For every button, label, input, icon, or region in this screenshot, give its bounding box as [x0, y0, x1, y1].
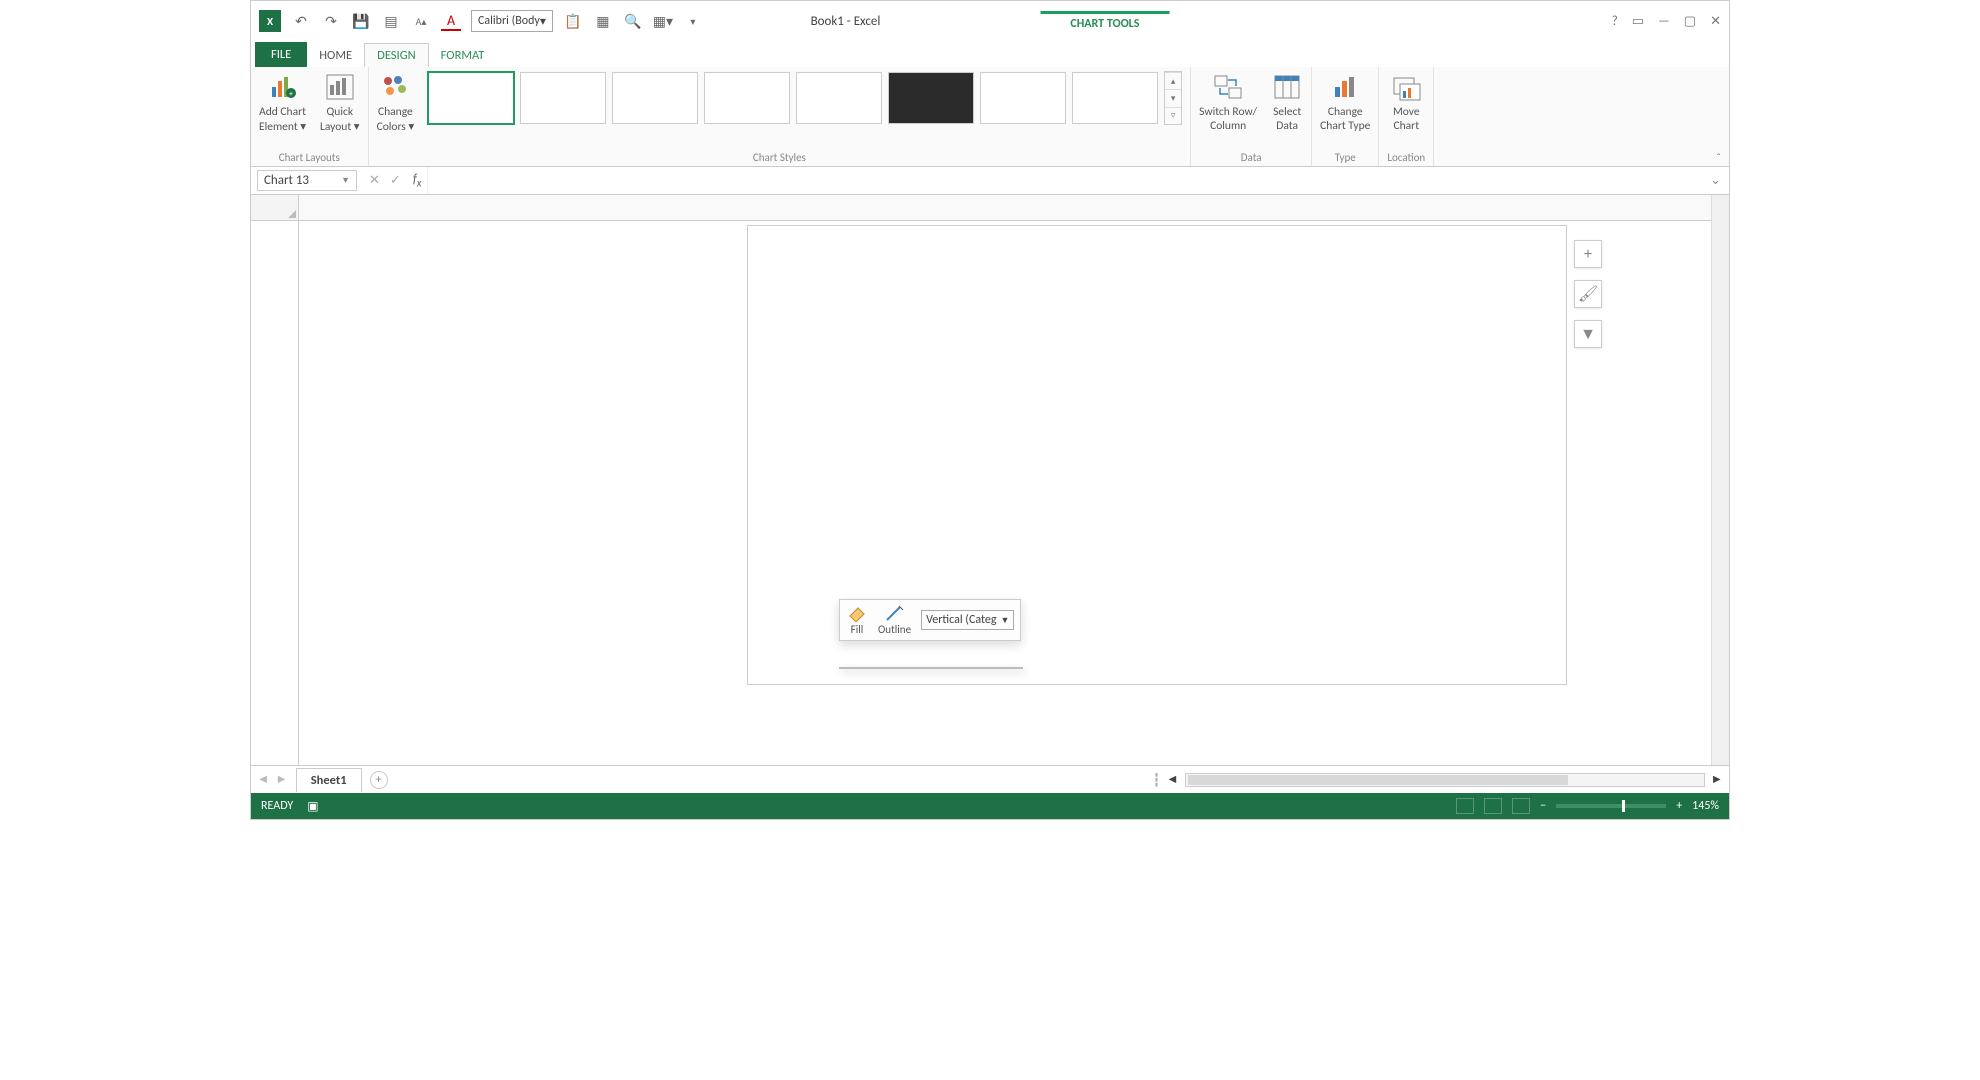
sheet-tab-sheet1[interactable]: Sheet1: [296, 768, 362, 792]
maximize-icon[interactable]: ▢: [1684, 14, 1696, 29]
add-sheet-button[interactable]: +: [370, 771, 388, 789]
macro-record-icon[interactable]: ▣: [307, 799, 318, 814]
fx-icon[interactable]: fx: [407, 172, 428, 190]
hscroll-right-icon[interactable]: ►: [1711, 772, 1723, 787]
save-icon[interactable]: 💾: [351, 11, 371, 31]
sheet-tab-bar: ◄ ► Sheet1 + ┇ ◄ ►: [251, 765, 1729, 793]
title-bar: X ↶ ↷ 💾 ▤ A▴ A Calibri (Body ▾ 📋 ▦ 🔍 ▦▾ …: [251, 1, 1729, 41]
chart-elements-button[interactable]: +: [1574, 240, 1602, 268]
zoom-out-icon[interactable]: −: [1540, 799, 1546, 813]
ribbon-tabs: FILE HOME DESIGN FORMAT: [251, 41, 1729, 67]
window-title: Book1 - Excel: [811, 14, 881, 29]
macros-icon[interactable]: ▦▾: [653, 11, 673, 31]
page-layout-view-icon[interactable]: [1484, 798, 1502, 814]
hscroll-left-icon[interactable]: ◄: [1166, 772, 1178, 787]
group-chart-styles-label: Chart Styles: [753, 151, 806, 164]
change-colors-button[interactable]: Change Colors ▾: [377, 71, 415, 134]
ribbon: + Add Chart Element ▾ Quick Layout ▾ Cha…: [251, 67, 1729, 167]
enter-formula-icon[interactable]: ✓: [390, 173, 401, 188]
group-location-label: Location: [1387, 151, 1425, 164]
add-chart-element-button[interactable]: + Add Chart Element ▾: [259, 71, 306, 134]
chart-styles-gallery[interactable]: ▴▾▿: [428, 71, 1182, 125]
select-data-button[interactable]: Select Data: [1271, 71, 1303, 133]
print-preview-icon[interactable]: ▤: [381, 11, 401, 31]
sheet-nav-next-icon[interactable]: ►: [275, 772, 287, 787]
tab-file[interactable]: FILE: [255, 42, 307, 67]
collapse-ribbon-icon[interactable]: ˆ: [1708, 67, 1729, 166]
switch-row-column-button[interactable]: Switch Row/ Column: [1199, 71, 1257, 133]
chart-styles-button[interactable]: 🖌: [1574, 280, 1602, 308]
page-break-view-icon[interactable]: [1512, 798, 1530, 814]
horizontal-scrollbar[interactable]: [1185, 773, 1705, 787]
zoom-in-icon[interactable]: +: [1676, 799, 1682, 813]
borders-icon[interactable]: ▦: [593, 11, 613, 31]
hscroll-split-icon[interactable]: ┇: [1153, 772, 1161, 788]
status-bar: READY ▣ − + 145%: [251, 793, 1729, 819]
formula-input[interactable]: [427, 167, 1702, 194]
zoom-level[interactable]: 145%: [1692, 799, 1719, 813]
vertical-scrollbar[interactable]: [1711, 195, 1729, 765]
ribbon-display-icon[interactable]: ▭: [1632, 14, 1644, 29]
fill-button[interactable]: Fill: [846, 604, 868, 636]
chart-filters-button[interactable]: ▼: [1574, 320, 1602, 348]
normal-view-icon[interactable]: [1456, 798, 1474, 814]
undo-icon[interactable]: ↶: [291, 11, 311, 31]
group-data-label: Data: [1241, 151, 1262, 164]
qat-customize-icon[interactable]: ▾: [683, 11, 703, 31]
outline-button[interactable]: Outline: [878, 604, 911, 636]
minimize-icon[interactable]: —: [1658, 14, 1670, 29]
font-increase-icon[interactable]: A▴: [411, 11, 431, 31]
group-chart-layouts-label: Chart Layouts: [279, 151, 340, 164]
cancel-formula-icon[interactable]: ✕: [369, 173, 380, 188]
close-icon[interactable]: ✕: [1710, 14, 1721, 29]
font-color-icon[interactable]: A: [441, 11, 461, 31]
paste-icon[interactable]: 📋: [563, 11, 583, 31]
tab-format[interactable]: FORMAT: [429, 44, 497, 67]
tab-design[interactable]: DESIGN: [364, 43, 429, 67]
excel-logo-icon: X: [259, 10, 281, 32]
redo-icon[interactable]: ↷: [321, 11, 341, 31]
mini-toolbar: Fill Outline Vertical (Categ▼: [839, 599, 1021, 641]
formula-bar: Chart 13▼ ✕ ✓ fx ⌄: [251, 167, 1729, 195]
chart-tools-label: CHART TOOLS: [1040, 11, 1169, 31]
svg-text:+: +: [289, 89, 293, 99]
status-ready: READY: [261, 799, 293, 813]
chart-element-combo[interactable]: Vertical (Categ▼: [921, 610, 1014, 630]
move-chart-button[interactable]: Move Chart: [1390, 71, 1422, 133]
worksheet-grid[interactable]: + 🖌 ▼ Fill Outline Vertical (Categ▼: [251, 195, 1729, 765]
gallery-scroll[interactable]: ▴▾▿: [1164, 71, 1182, 125]
quick-layout-button[interactable]: Quick Layout ▾: [320, 71, 360, 134]
name-box[interactable]: Chart 13▼: [257, 170, 357, 191]
select-all-corner[interactable]: [251, 195, 298, 221]
context-menu: [839, 667, 1023, 669]
sheet-nav-prev-icon[interactable]: ◄: [257, 772, 269, 787]
zoom-icon[interactable]: 🔍: [623, 11, 643, 31]
zoom-slider[interactable]: [1556, 804, 1666, 808]
expand-formula-bar-icon[interactable]: ⌄: [1702, 173, 1729, 188]
group-type-label: Type: [1335, 151, 1356, 164]
change-chart-type-button[interactable]: Change Chart Type: [1320, 71, 1370, 133]
font-name-combo[interactable]: Calibri (Body ▾: [471, 10, 553, 32]
tab-home[interactable]: HOME: [307, 44, 364, 67]
help-icon[interactable]: ?: [1612, 14, 1618, 29]
